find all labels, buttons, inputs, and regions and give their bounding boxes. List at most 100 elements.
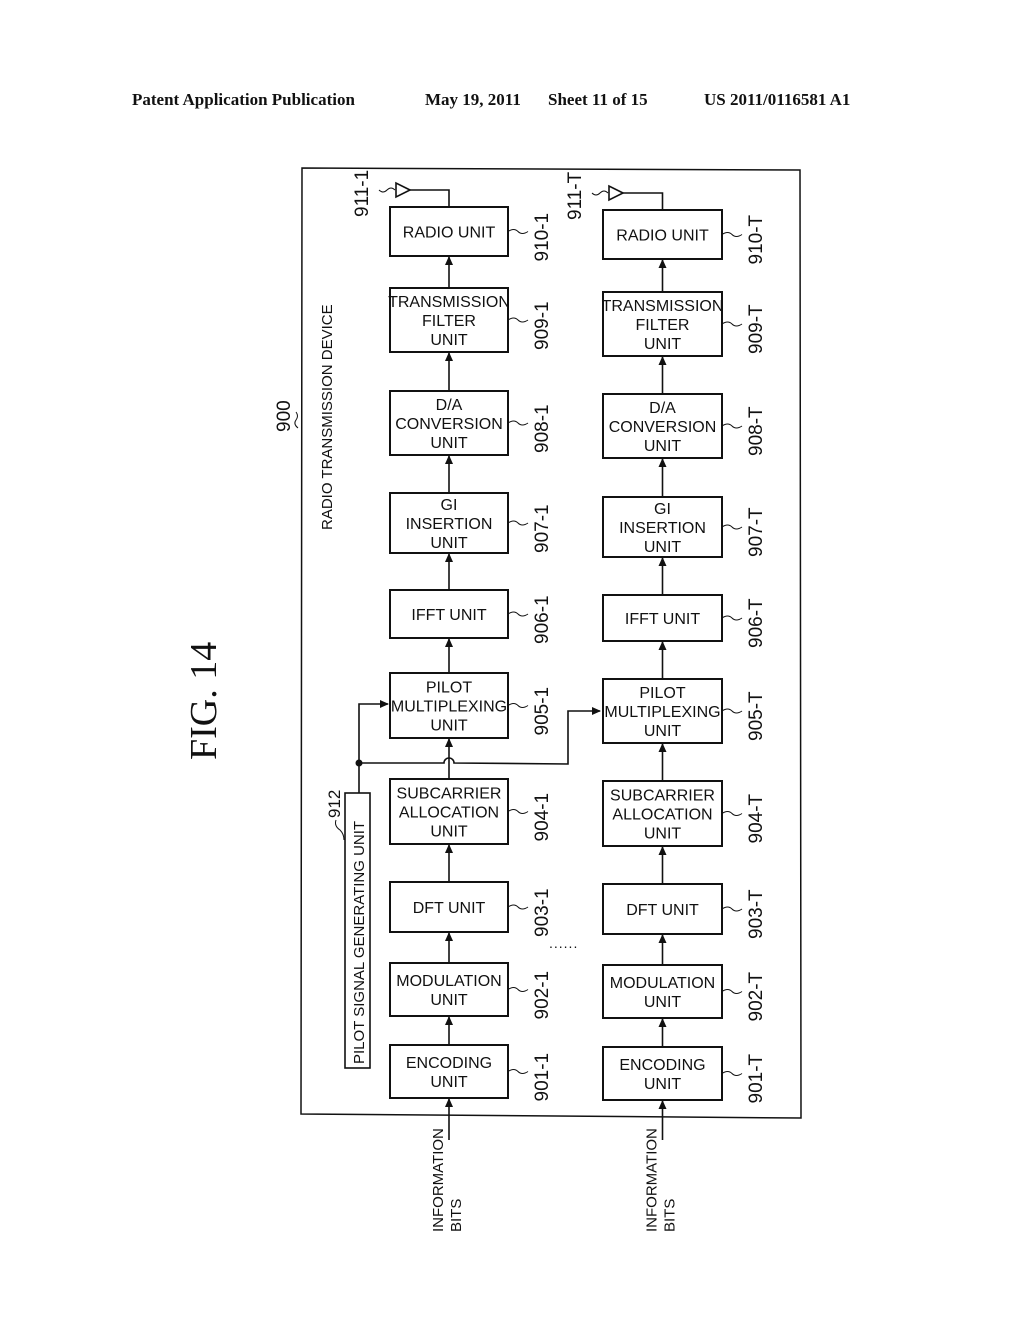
block-label: UNIT — [644, 438, 682, 455]
ref-908-t: 908-T — [746, 406, 767, 456]
block-label: ALLOCATION — [612, 807, 712, 824]
block-label: MODULATION — [610, 975, 715, 992]
ref-leader — [507, 229, 529, 234]
block-label: UNIT — [430, 1074, 468, 1091]
information-bits-label: INFORMATION — [644, 1128, 661, 1232]
block-label: IFFT UNIT — [625, 611, 700, 628]
block-label: UNIT — [644, 723, 682, 740]
block-label: RADIO UNIT — [616, 228, 709, 245]
ref-leader — [507, 317, 529, 323]
block-label: UNIT — [644, 539, 682, 556]
ref-leader — [507, 611, 529, 617]
block-label: UNIT — [430, 992, 468, 1009]
block-label: D/A — [436, 397, 463, 414]
ref-903-t: 903-T — [746, 889, 767, 939]
ref-904-1: 904-1 — [532, 793, 553, 842]
ref-902-1: 902-1 — [532, 971, 553, 1020]
ref-leader — [721, 1071, 743, 1076]
ref-904-t: 904-T — [746, 793, 767, 843]
information-bits-label: BITS — [662, 1199, 679, 1232]
ref-leader — [721, 811, 743, 816]
block-label: INSERTION — [406, 516, 493, 533]
information-bits-label: INFORMATION — [430, 1128, 447, 1232]
ref-leader — [507, 703, 529, 708]
ref-leader — [507, 904, 529, 910]
ref-leader — [721, 524, 743, 530]
information-bits-label: BITS — [448, 1199, 465, 1232]
block-label: UNIT — [430, 824, 468, 841]
pilot-unit-leader — [335, 819, 345, 841]
block-label: UNIT — [430, 535, 468, 552]
ref-907-t: 907-T — [746, 507, 767, 557]
antenna-icon — [608, 184, 625, 202]
block-label: UNIT — [644, 336, 682, 353]
block-label: D/A — [649, 400, 676, 417]
block-label: IFFT UNIT — [411, 607, 486, 624]
antenna-feed — [621, 192, 664, 210]
block-label: DFT UNIT — [626, 902, 699, 919]
block-label: TRANSMISSION — [602, 298, 724, 315]
block-label: SUBCARRIER — [397, 786, 502, 803]
block-label: CONVERSION — [395, 416, 503, 433]
block-label: RADIO UNIT — [403, 225, 496, 242]
ref-909-1: 909-1 — [532, 301, 553, 350]
block-label: PILOT — [426, 680, 472, 697]
figure-title: FIG. 14 — [183, 642, 225, 760]
device-label: RADIO TRANSMISSION DEVICE — [319, 304, 336, 530]
ref-leader — [721, 423, 743, 429]
ref-leader — [721, 906, 743, 912]
ref-903-1: 903-1 — [532, 888, 553, 937]
device-ref-leader — [294, 411, 299, 429]
block-diagram: FIG. 14 900 RADIO TRANSMISSION DEVICE PI… — [183, 167, 802, 1232]
ref-905-1: 905-1 — [532, 687, 553, 736]
antenna-icon — [395, 181, 412, 199]
block-label: MULTIPLEXING — [604, 704, 720, 721]
block-label: TRANSMISSION — [388, 294, 510, 311]
block-label: GI — [441, 497, 458, 514]
antenna-leader — [591, 190, 609, 196]
ref-905-t: 905-T — [746, 691, 767, 741]
ref-910-t: 910-T — [746, 214, 767, 264]
block-label: GI — [654, 501, 671, 518]
ref-902-t: 902-T — [746, 971, 767, 1021]
ref-leader — [721, 989, 743, 994]
ref-leader — [507, 987, 529, 992]
block-label: UNIT — [430, 332, 468, 349]
antenna-leader — [378, 187, 396, 193]
block-label: MODULATION — [396, 973, 501, 990]
ref-leader — [721, 615, 743, 621]
ref-leader — [507, 420, 529, 426]
block-label: SUBCARRIER — [610, 788, 715, 805]
block-label: CONVERSION — [609, 419, 717, 436]
block-label: PILOT — [639, 685, 685, 702]
ref-leader — [721, 708, 743, 714]
block-label: UNIT — [430, 435, 468, 452]
antenna-ref: 911-T — [565, 171, 586, 220]
antenna-feed — [408, 189, 450, 207]
ref-leader — [721, 232, 743, 237]
ref-910-1: 910-1 — [532, 213, 553, 262]
block-label: UNIT — [430, 718, 468, 735]
ref-leader — [721, 321, 743, 327]
block-label: UNIT — [644, 1076, 682, 1093]
pilot-line-to-905-1 — [358, 700, 389, 793]
ref-901-t: 901-T — [746, 1053, 767, 1103]
ref-901-1: 901-1 — [532, 1053, 553, 1102]
ref-907-1: 907-1 — [532, 504, 553, 553]
block-label: MULTIPLEXING — [391, 699, 507, 716]
block-label: ALLOCATION — [399, 805, 499, 822]
chain-ellipsis: ...... — [549, 935, 578, 951]
ref-906-t: 906-T — [746, 598, 767, 648]
block-label: UNIT — [644, 994, 682, 1011]
ref-leader — [507, 809, 529, 814]
block-label: UNIT — [644, 826, 682, 843]
block-label: INSERTION — [619, 520, 706, 537]
block-label: ENCODING — [406, 1055, 492, 1072]
device-ref: 900 — [274, 400, 295, 432]
antenna-ref: 911-1 — [352, 170, 373, 217]
ref-909-t: 909-T — [746, 304, 767, 354]
pilot-unit-label: PILOT SIGNAL GENERATING UNIT — [351, 821, 368, 1064]
block-label: DFT UNIT — [413, 900, 486, 917]
ref-906-1: 906-1 — [532, 595, 553, 644]
block-label: FILTER — [422, 313, 476, 330]
